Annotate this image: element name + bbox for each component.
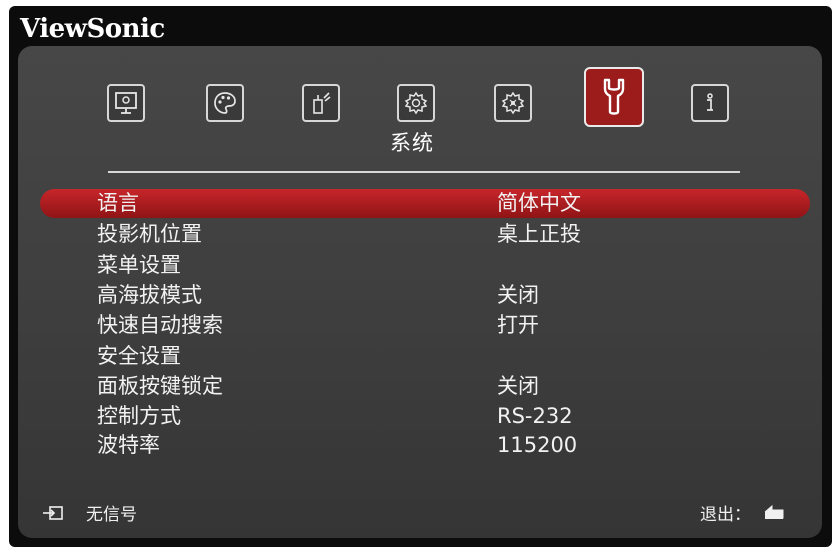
exit-label: 退出： [700,505,751,525]
menu-item-value: 关闭 [497,283,539,307]
brand-logo: ViewSonic [20,14,165,44]
menu-item-value: 简体中文 [497,191,581,215]
tab-audio[interactable] [302,84,340,122]
tab-display[interactable] [107,84,145,122]
menu-item-value: RS-232 [497,404,573,428]
input-source-icon [43,505,63,520]
menu-item-value: 关闭 [497,374,539,398]
menu-item-label: 投影机位置 [97,222,202,246]
active-tab-title: 系统 [390,131,434,155]
menu-item-label: 控制方式 [97,404,181,428]
menu-item-label: 高海拔模式 [97,283,202,307]
audio-icon [313,92,331,114]
menu-item-security-settings[interactable]: 安全设置 [40,342,810,371]
wrench-icon [603,78,625,115]
tab-color[interactable] [206,84,244,122]
menu-item-control-mode[interactable]: 控制方式 RS-232 [40,402,810,431]
menu-item-quick-auto-search[interactable]: 快速自动搜索 打开 [40,311,810,340]
info-icon [707,93,713,111]
palette-icon [214,92,236,114]
divider [108,171,740,173]
menu-item-language[interactable]: 语言 简体中文 [40,189,810,218]
menu-item-baud-rate[interactable]: 波特率 115200 [40,431,810,460]
advanced-gear-icon [501,91,525,115]
menu-item-high-altitude[interactable]: 高海拔模式 关闭 [40,281,810,310]
display-icon [115,92,137,114]
menu-item-panel-key-lock[interactable]: 面板按键锁定 关闭 [40,372,810,401]
menu-item-value: 桌上正投 [497,222,581,246]
menu-item-menu-settings[interactable]: 菜单设置 [40,251,810,280]
menu-item-label: 安全设置 [97,344,181,368]
return-arrow-icon [764,504,784,519]
tab-system[interactable] [584,67,644,127]
menu-item-label: 语言 [97,191,139,215]
menu-item-value: 115200 [497,433,578,457]
source-status: 无信号 [42,500,137,525]
exit-hint[interactable]: 退出： [700,500,787,525]
menu-item-projector-position[interactable]: 投影机位置 桌上正投 [40,220,810,249]
menu-item-label: 快速自动搜索 [97,313,223,337]
settings-gear-icon [404,91,428,115]
menu-item-label: 波特率 [97,433,160,457]
menu-item-value: 打开 [497,313,539,337]
menu-item-label: 菜单设置 [97,253,181,277]
tab-settings[interactable] [397,84,435,122]
menu-item-label: 面板按键锁定 [97,374,223,398]
tab-advanced[interactable] [494,84,532,122]
tab-info[interactable] [691,84,729,122]
source-status-text: 无信号 [86,505,137,525]
